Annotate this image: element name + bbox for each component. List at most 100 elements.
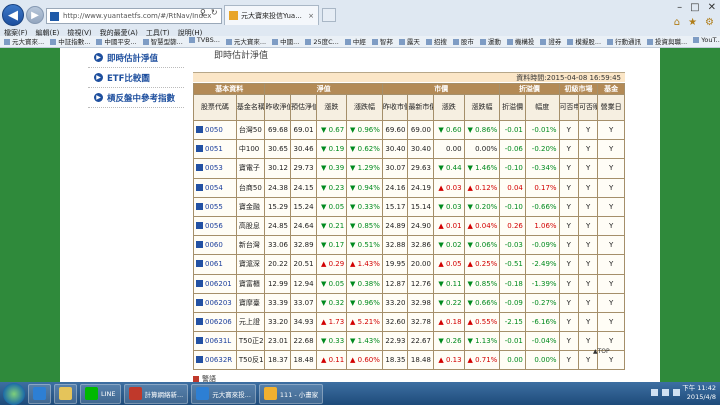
favorite-link[interactable]: 中國...	[272, 36, 299, 47]
redeemable: Y	[577, 235, 599, 256]
close-window-icon[interactable]: ✕	[708, 2, 716, 13]
fund-detail-icon[interactable]	[196, 298, 203, 306]
code-cell: 006203	[193, 292, 237, 313]
network-icon[interactable]	[651, 389, 658, 396]
fund-name: 寶摩臺	[235, 292, 266, 313]
sidebar-item-leverage-index[interactable]: ▶ 槓反盤中參考指數	[88, 88, 184, 108]
fund-detail-icon[interactable]	[196, 183, 203, 191]
fund-name: 寶滬深	[235, 254, 266, 275]
fund-code-link[interactable]: 0056	[205, 222, 223, 230]
gear-icon[interactable]: ⚙	[705, 17, 714, 28]
fund-code-link[interactable]: 0061	[205, 260, 223, 268]
fund-detail-icon[interactable]	[196, 164, 203, 172]
fund-code-link[interactable]: 0050	[205, 126, 223, 134]
column-header: 幅度	[524, 94, 560, 121]
fund-detail-icon[interactable]	[196, 126, 203, 134]
forward-button[interactable]: ▶	[26, 6, 44, 24]
code-cell: 0053	[193, 158, 237, 179]
market-last: 32.86	[407, 235, 434, 256]
market-change-pct: ▲ 0.04%	[463, 215, 501, 237]
nav-prev: 30.12	[264, 158, 292, 179]
favorite-link[interactable]: 中國平安...	[96, 36, 136, 47]
favorite-link[interactable]: YouT...	[693, 36, 720, 47]
nav-change: ▼ 0.05	[315, 273, 348, 294]
favorite-link[interactable]: 元大寶來...	[4, 36, 44, 47]
market-change: ▼ 0.03	[432, 196, 465, 217]
taskbar-ie-pin[interactable]	[28, 383, 51, 404]
fund-detail-icon[interactable]	[196, 202, 203, 210]
favorite-link[interactable]: 智慧型篩...	[143, 36, 183, 47]
new-tab-button[interactable]	[322, 8, 336, 22]
fund-code-link[interactable]: 006206	[205, 318, 232, 326]
favorite-link[interactable]: 股市	[453, 36, 474, 47]
subscribable: Y	[558, 311, 579, 333]
code-cell: 0054	[193, 177, 237, 198]
clock-date: 2015/4/8	[686, 393, 716, 401]
column-header: 昨收市價	[381, 94, 409, 121]
nav-prev: 69.68	[264, 119, 292, 141]
favorite-link[interactable]: TVBS...	[189, 36, 220, 47]
taskbar-browser[interactable]: 元大寶來投...	[191, 383, 256, 404]
favorite-link[interactable]: 露天	[399, 36, 420, 47]
taskbar-line[interactable]: LINE	[80, 383, 121, 404]
favorite-link[interactable]: 智邦	[372, 36, 393, 47]
taskbar-folder-pin[interactable]	[54, 383, 77, 404]
nav-estimate: 30.46	[290, 139, 317, 160]
favorite-link[interactable]: 中經	[345, 36, 366, 47]
sidebar-item-realtime-nav[interactable]: ▶ 即時估計淨值	[88, 48, 184, 68]
favorite-link[interactable]: 25度C...	[305, 36, 339, 47]
favorite-link[interactable]: 行動通訊	[607, 36, 641, 47]
back-to-top-link[interactable]: ▲TOP	[593, 348, 610, 355]
fund-detail-icon[interactable]	[196, 222, 203, 230]
fund-code-link[interactable]: 0051	[205, 145, 223, 153]
premium-pct: 0.00%	[524, 350, 560, 371]
fund-code-link[interactable]: 006201	[205, 280, 232, 288]
fund-code-link[interactable]: 0055	[205, 203, 223, 211]
close-tab-icon[interactable]: ×	[308, 12, 314, 20]
minimize-icon[interactable]: –	[677, 2, 682, 13]
column-header: 最新市價	[407, 94, 434, 121]
redeemable: Y	[577, 273, 599, 294]
clock[interactable]: 下午 11:42 2015/4/8	[682, 384, 716, 402]
home-icon[interactable]: ⌂	[674, 17, 680, 28]
fund-code-link[interactable]: 00632R	[205, 356, 232, 364]
taskbar-paint[interactable]: 111 - 小畫家	[258, 383, 324, 404]
fund-detail-icon[interactable]	[196, 337, 203, 345]
favorite-link[interactable]: 投資與職...	[647, 36, 687, 47]
favorite-link[interactable]: 運動	[480, 36, 501, 47]
fund-name: 寶富櫃	[235, 273, 266, 294]
fund-code-link[interactable]: 006203	[205, 299, 232, 307]
fund-detail-icon[interactable]	[196, 145, 203, 153]
fund-code-link[interactable]: 0054	[205, 184, 223, 192]
fund-detail-icon[interactable]	[196, 279, 203, 287]
fund-detail-icon[interactable]	[196, 317, 203, 325]
fund-detail-icon[interactable]	[196, 356, 203, 364]
fund-detail-icon[interactable]	[196, 241, 203, 249]
refresh-icon[interactable]: ↻	[211, 8, 218, 17]
sidebar-item-etf-compare[interactable]: ▶ ETF比較圖	[88, 68, 184, 88]
favorites-star-icon[interactable]: ★	[688, 17, 697, 28]
start-button[interactable]	[3, 382, 25, 405]
favorite-link[interactable]: 機構投	[507, 36, 535, 47]
browser-tab[interactable]: 元大寶來投信Yua... ×	[224, 5, 319, 25]
market-change: ▲ 0.01	[432, 215, 465, 237]
favorite-link[interactable]: 模擬股...	[567, 36, 601, 47]
fund-code-link[interactable]: 0060	[205, 241, 223, 249]
fund-name: T50反1	[235, 350, 266, 371]
fund-code-link[interactable]: 00631L	[205, 337, 231, 345]
search-icon[interactable]: ⚲	[200, 8, 206, 17]
taskbar-calculator[interactable]: 計算網絡新...	[123, 383, 189, 404]
data-timestamp: 資料時間:2015-04-08 16:59:45	[193, 72, 625, 82]
favorite-link[interactable]: 招搜	[426, 36, 447, 47]
favorite-link[interactable]: 中証指數...	[50, 36, 90, 47]
favorite-link[interactable]: 證券	[540, 36, 561, 47]
back-button[interactable]: ◀	[2, 4, 24, 26]
flag-icon[interactable]	[673, 389, 680, 396]
volume-icon[interactable]	[662, 389, 669, 396]
fund-code-link[interactable]: 0053	[205, 164, 223, 172]
fund-detail-icon[interactable]	[196, 260, 203, 268]
address-bar[interactable]: http://www.yuantaetfs.com/#/RtNav/Index	[46, 8, 222, 24]
maximize-icon[interactable]: □	[690, 2, 699, 13]
page-title: 即時估計淨值	[214, 51, 269, 61]
favorite-link[interactable]: 元大寶來...	[226, 36, 266, 47]
